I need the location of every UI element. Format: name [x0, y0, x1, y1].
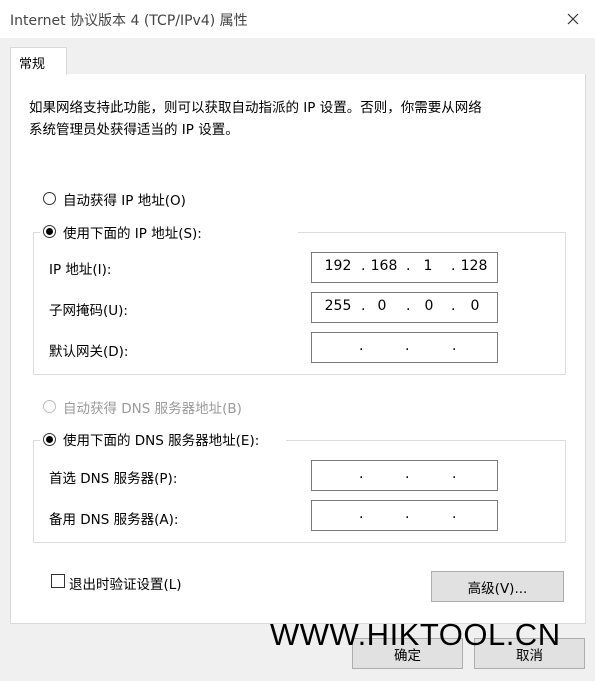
auto-ip-label[interactable]: 自动获得 IP 地址(O): [63, 189, 186, 209]
alternate-dns-label: 备用 DNS 服务器(A):: [49, 512, 179, 528]
octet-dot: .: [405, 466, 410, 482]
close-button[interactable]: [556, 5, 590, 33]
subnet-mask-field[interactable]: 255 . 0 . 0 . 0: [311, 292, 498, 323]
description-line-2: 系统管理员处获得适当的 IP 设置。: [29, 122, 239, 138]
octet-dot: .: [452, 506, 457, 522]
manual-ip-radio[interactable]: [43, 225, 56, 238]
advanced-button[interactable]: 高级(V)...: [431, 571, 564, 602]
ip-address-label: IP 地址(I):: [49, 262, 112, 278]
octet-dot: .: [405, 338, 410, 354]
tab-general-label: 常规: [19, 57, 46, 72]
octet-dot: .: [405, 506, 410, 522]
auto-dns-label[interactable]: 自动获得 DNS 服务器地址(B): [63, 397, 242, 417]
description-line-1: 如果网络支持此功能，则可以获取自动指派的 IP 设置。否则，你需要从网络: [29, 100, 482, 116]
ip-octet-3[interactable]: 1: [408, 258, 448, 274]
subnet-octet-2[interactable]: 0: [362, 298, 402, 314]
ip-octet-2[interactable]: 168: [364, 258, 404, 274]
preferred-dns-label: 首选 DNS 服务器(P):: [49, 471, 178, 487]
validate-label[interactable]: 退出时验证设置(L): [69, 573, 182, 593]
subnet-octet-4[interactable]: 0: [455, 298, 495, 314]
default-gateway-label: 默认网关(D):: [49, 344, 129, 360]
watermark-text: WWW.HIKTOOL.CN: [270, 617, 561, 652]
default-gateway-field[interactable]: . . .: [311, 332, 498, 363]
octet-dot: .: [452, 338, 457, 354]
ip-octet-1[interactable]: 192: [318, 258, 358, 274]
title-bar: Internet 协议版本 4 (TCP/IPv4) 属性: [0, 0, 595, 38]
validate-checkbox[interactable]: [51, 574, 65, 588]
octet-dot: .: [359, 338, 364, 354]
auto-ip-radio[interactable]: [43, 192, 56, 205]
auto-dns-radio[interactable]: [43, 400, 56, 413]
subnet-octet-1[interactable]: 255: [318, 298, 358, 314]
ip-address-field[interactable]: 192 . 168 . 1 . 128: [311, 252, 498, 283]
preferred-dns-field[interactable]: . . .: [311, 460, 498, 491]
alternate-dns-field[interactable]: . . .: [311, 500, 498, 531]
manual-ip-label[interactable]: 使用下面的 IP 地址(S):: [63, 222, 202, 242]
ip-octet-4[interactable]: 128: [454, 258, 494, 274]
manual-dns-label[interactable]: 使用下面的 DNS 服务器地址(E):: [63, 429, 259, 449]
close-icon: [567, 13, 579, 25]
manual-dns-radio[interactable]: [43, 433, 56, 446]
subnet-octet-3[interactable]: 0: [409, 298, 449, 314]
tab-general[interactable]: 常规: [10, 47, 67, 75]
window-title: Internet 协议版本 4 (TCP/IPv4) 属性: [10, 13, 248, 29]
octet-dot: .: [452, 466, 457, 482]
subnet-mask-label: 子网掩码(U):: [49, 303, 128, 319]
octet-dot: .: [359, 466, 364, 482]
octet-dot: .: [359, 506, 364, 522]
